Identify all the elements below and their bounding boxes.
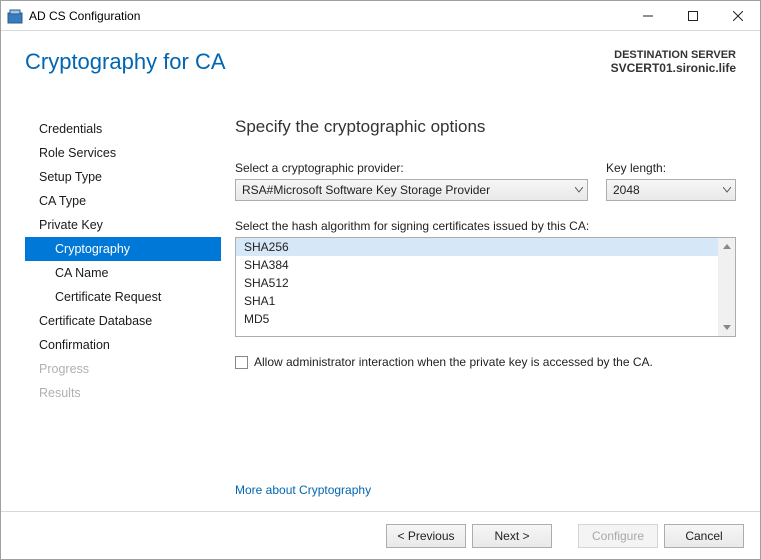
sidebar-item-confirmation[interactable]: Confirmation [25,333,221,357]
keylength-column: Key length: 2048 [606,161,736,201]
scroll-up-icon[interactable] [720,240,733,253]
chevron-down-icon [723,187,731,193]
sidebar-item-credentials[interactable]: Credentials [25,117,221,141]
maximize-button[interactable] [670,1,715,30]
sidebar-item-certificate-request[interactable]: Certificate Request [25,285,221,309]
keylength-label: Key length: [606,161,736,175]
previous-button[interactable]: < Previous [386,524,466,548]
spacer [235,369,736,483]
sidebar-item-private-key[interactable]: Private Key [25,213,221,237]
sidebar-item-role-services[interactable]: Role Services [25,141,221,165]
sidebar: Credentials Role Services Setup Type CA … [25,107,221,511]
sidebar-item-certificate-database[interactable]: Certificate Database [25,309,221,333]
minimize-button[interactable] [625,1,670,30]
cancel-button[interactable]: Cancel [664,524,744,548]
provider-row: Select a cryptographic provider: RSA#Mic… [235,161,736,201]
sidebar-item-results: Results [25,381,221,405]
scroll-down-icon[interactable] [720,321,733,334]
provider-column: Select a cryptographic provider: RSA#Mic… [235,161,588,201]
sidebar-item-ca-type[interactable]: CA Type [25,189,221,213]
listbox-scrollbar[interactable] [718,238,735,336]
window-frame: AD CS Configuration Cryptography for CA … [0,0,761,560]
hash-option-sha1[interactable]: SHA1 [236,292,718,310]
destination-block: DESTINATION SERVER SVCERT01.sironic.life [611,49,736,75]
hash-label: Select the hash algorithm for signing ce… [235,219,736,233]
more-about-link[interactable]: More about Cryptography [235,483,736,497]
header-row: Cryptography for CA DESTINATION SERVER S… [25,31,736,103]
sidebar-item-ca-name[interactable]: CA Name [25,261,221,285]
titlebar: AD CS Configuration [1,1,760,31]
sidebar-item-cryptography[interactable]: Cryptography [25,237,221,261]
content-area: Cryptography for CA DESTINATION SERVER S… [1,31,760,511]
destination-label: DESTINATION SERVER [611,49,736,61]
sidebar-item-setup-type[interactable]: Setup Type [25,165,221,189]
hash-option-sha512[interactable]: SHA512 [236,274,718,292]
hash-option-sha256[interactable]: SHA256 [236,238,718,256]
next-button[interactable]: Next > [472,524,552,548]
provider-value: RSA#Microsoft Software Key Storage Provi… [242,183,490,197]
page-title: Cryptography for CA [25,49,611,75]
admin-interaction-label: Allow administrator interaction when the… [254,355,653,369]
window-title: AD CS Configuration [29,9,625,23]
hash-listbox[interactable]: SHA256 SHA384 SHA512 SHA1 MD5 [235,237,736,337]
sidebar-item-progress: Progress [25,357,221,381]
chevron-down-icon [575,187,583,193]
main-panel: Specify the cryptographic options Select… [221,107,736,511]
keylength-dropdown[interactable]: 2048 [606,179,736,201]
app-icon [7,8,23,24]
window-controls [625,1,760,30]
destination-server: SVCERT01.sironic.life [611,61,736,75]
admin-interaction-row: Allow administrator interaction when the… [235,355,736,369]
footer: < Previous Next > Configure Cancel [1,511,760,559]
provider-dropdown[interactable]: RSA#Microsoft Software Key Storage Provi… [235,179,588,201]
close-button[interactable] [715,1,760,30]
provider-label: Select a cryptographic provider: [235,161,588,175]
configure-button: Configure [578,524,658,548]
body-row: Credentials Role Services Setup Type CA … [25,107,736,511]
hash-list-items: SHA256 SHA384 SHA512 SHA1 MD5 [236,238,718,336]
admin-interaction-checkbox[interactable] [235,356,248,369]
hash-option-md5[interactable]: MD5 [236,310,718,328]
hash-option-sha384[interactable]: SHA384 [236,256,718,274]
keylength-value: 2048 [613,183,640,197]
section-title: Specify the cryptographic options [235,117,736,137]
